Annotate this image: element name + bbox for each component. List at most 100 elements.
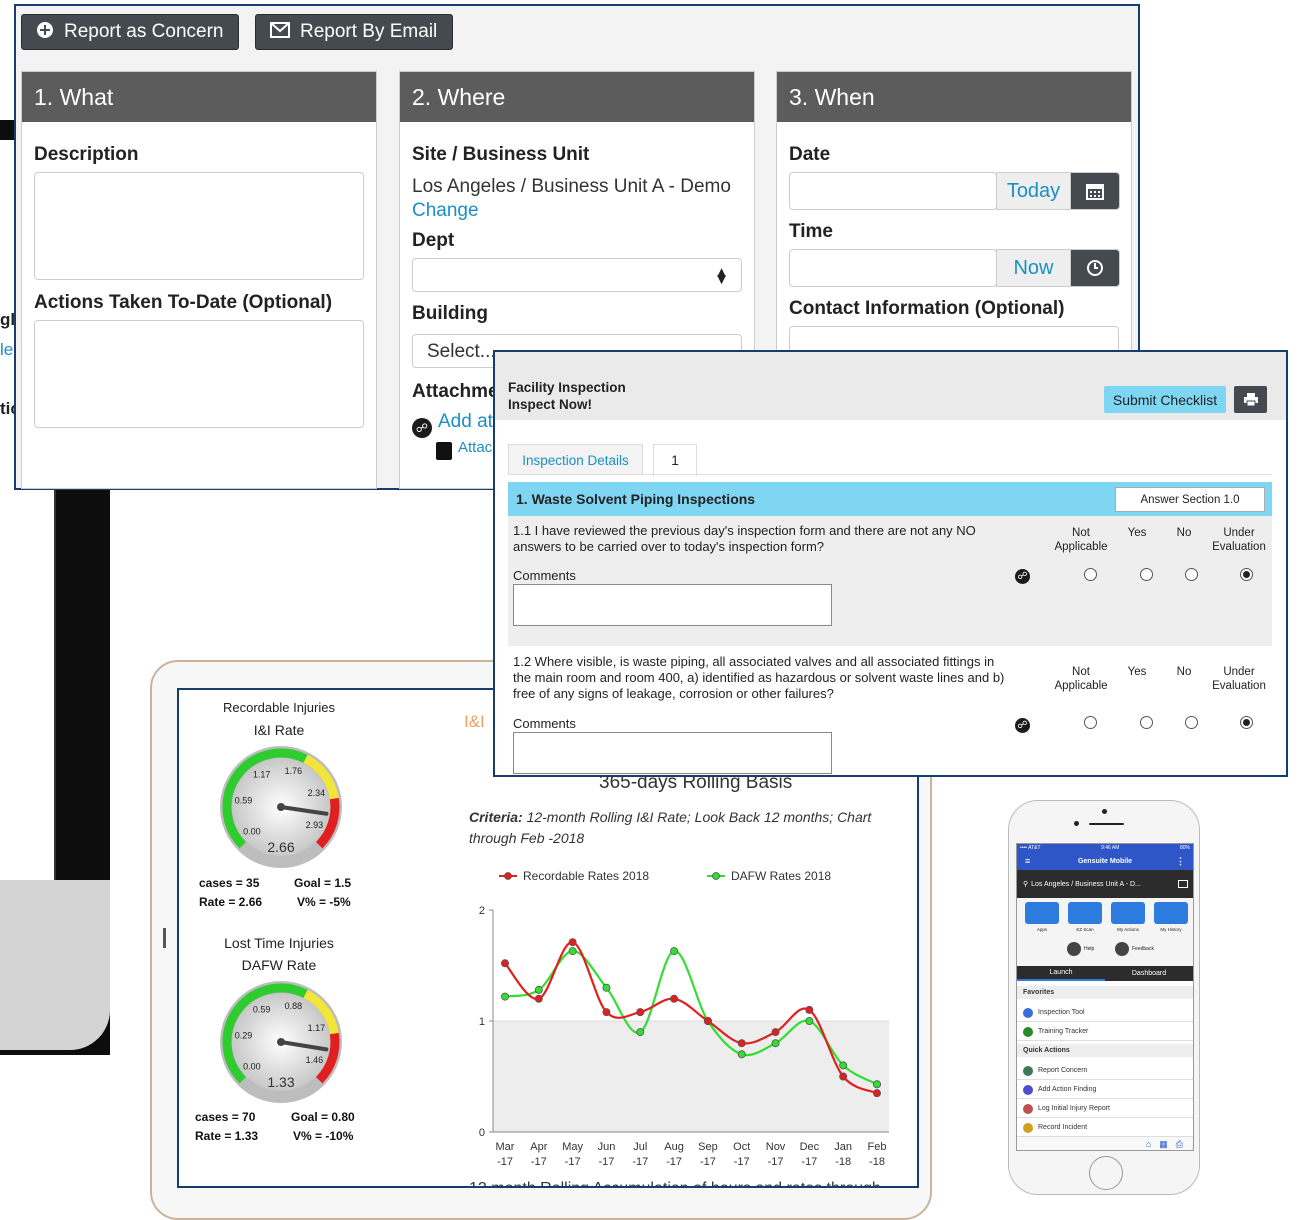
feedback-icon[interactable] — [1115, 942, 1129, 956]
q1-col-no: No — [1176, 527, 1192, 539]
q2-radio-yes[interactable] — [1140, 716, 1153, 729]
data-point — [636, 1028, 645, 1037]
data-point — [501, 992, 510, 1001]
gauge2-cases: cases = 70 — [195, 1110, 256, 1124]
kebab-menu-icon[interactable]: ⋮ — [1176, 856, 1185, 867]
tablet-side-button — [163, 928, 166, 948]
description-textarea[interactable] — [34, 172, 364, 280]
gauge1-needle-hub — [277, 803, 285, 811]
gauge1-variance: V% = -5% — [297, 895, 351, 909]
help-label: Help — [1084, 946, 1095, 952]
x-tick-label-month: Aug — [664, 1141, 684, 1153]
x-tick-label-month: Jan — [834, 1141, 852, 1153]
quick-action-log-injury[interactable]: Log Initial Injury Report — [1017, 1100, 1193, 1118]
gauge1-tick-label: 1.17 — [253, 769, 271, 779]
chart-tab-fragment[interactable]: I&I — [464, 712, 485, 732]
clock-icon[interactable] — [1070, 249, 1120, 287]
phone-speaker — [1089, 823, 1124, 825]
quick-action-add-action-finding[interactable]: Add Action Finding — [1017, 1081, 1193, 1099]
select-caret-down-icon: ▼ — [714, 271, 729, 288]
print-icon[interactable] — [1234, 386, 1267, 413]
facility-inspection-window: Facility Inspection Inspect Now! Submit … — [493, 350, 1288, 777]
q2-radio-under-evaluation[interactable] — [1240, 716, 1253, 729]
location-switch-icon[interactable] — [1178, 880, 1188, 888]
feedback-label: Feedback — [1132, 946, 1154, 952]
tab-dashboard[interactable]: Dashboard — [1105, 966, 1193, 981]
report-by-email-button[interactable]: Report By Email — [255, 14, 453, 50]
chart-footer-fragment: 12 month Rolling Accumulation of hours a… — [469, 1180, 881, 1186]
tab-divider — [508, 474, 1272, 475]
time-input[interactable] — [789, 249, 997, 287]
change-site-link[interactable]: Change — [412, 200, 479, 222]
calendar-icon[interactable] — [1070, 172, 1120, 210]
gauge1-tick-label: 1.76 — [285, 766, 303, 776]
my-actions-label: My Actions — [1117, 927, 1139, 932]
my-history-label: My History — [1160, 927, 1182, 932]
data-point — [703, 1016, 712, 1025]
x-tick-label-month: Nov — [766, 1141, 786, 1153]
favorite-training-tracker[interactable]: Training Tracker — [1017, 1023, 1193, 1041]
time-label: Time — [789, 221, 834, 242]
question-1-comments-input[interactable] — [513, 584, 832, 626]
quick-action-add-action-finding-label: Add Action Finding — [1038, 1086, 1097, 1093]
ez-scan-tile[interactable] — [1068, 902, 1102, 924]
tab-launch[interactable]: Launch — [1017, 966, 1105, 981]
submit-checklist-button[interactable]: Submit Checklist — [1104, 386, 1226, 413]
report-as-concern-button[interactable]: Report as Concern — [21, 14, 239, 50]
data-point — [805, 1005, 814, 1014]
answer-section-button[interactable]: Answer Section 1.0 — [1115, 487, 1265, 512]
q1-col-under-evaluation: Under Evaluation — [1212, 527, 1266, 553]
help-icon[interactable] — [1067, 942, 1081, 956]
print-small-icon[interactable]: ⎙ — [1176, 1139, 1183, 1150]
gauge1-value-label: 2.66 — [267, 839, 294, 855]
tab-section-1[interactable]: 1 — [653, 444, 697, 476]
dept-select[interactable]: ▲ ▼ — [412, 258, 742, 292]
apps-tile[interactable] — [1025, 902, 1059, 924]
phone-bottom-toolbar: ⌂ ▦ ⎙ — [1017, 1136, 1193, 1150]
add-attachment-link[interactable]: Add at — [438, 411, 493, 433]
gauge2-rate: Rate = 1.33 — [195, 1129, 259, 1143]
attach-file-link[interactable]: Attac — [458, 439, 492, 456]
phone-home-button[interactable] — [1089, 1156, 1123, 1190]
tab-inspection-details[interactable]: Inspection Details — [508, 444, 643, 475]
gauge2-tick-label: 1.46 — [306, 1055, 324, 1065]
actions-taken-textarea[interactable] — [34, 320, 364, 428]
home-icon[interactable]: ⌂ — [1146, 1139, 1151, 1149]
now-button[interactable]: Now — [996, 249, 1071, 287]
q2-radio-not-applicable[interactable] — [1084, 716, 1097, 729]
inspection-tool-icon — [1023, 1007, 1033, 1018]
data-point — [534, 985, 543, 994]
y-tick-label: 1 — [479, 1016, 485, 1028]
inspection-subtitle: Inspect Now! — [508, 397, 593, 412]
today-button[interactable]: Today — [996, 172, 1071, 210]
q1-radio-no[interactable] — [1185, 568, 1198, 581]
plus-circle-icon — [36, 21, 54, 44]
q1-radio-under-evaluation[interactable] — [1240, 568, 1253, 581]
mobile-screen: •••• AT&T 9:46 AM 80% ≡ Gensuite Mobile … — [1016, 843, 1194, 1151]
gauge1-tick-label: 2.93 — [306, 820, 324, 830]
x-tick-label-month: May — [562, 1141, 583, 1153]
envelope-icon — [270, 21, 290, 43]
q1-col-yes: Yes — [1127, 527, 1147, 539]
q1-attachment-icon[interactable]: ☍ — [1015, 569, 1030, 584]
q2-radio-no[interactable] — [1185, 716, 1198, 729]
my-actions-tile[interactable] — [1111, 902, 1145, 924]
q1-radio-not-applicable[interactable] — [1084, 568, 1097, 581]
quick-action-record-incident[interactable]: Record Incident — [1017, 1119, 1193, 1136]
paperclip-icon: ☍ — [412, 418, 432, 438]
q2-attachment-icon[interactable]: ☍ — [1015, 718, 1030, 733]
gauge2-tick-label: 0.29 — [235, 1031, 253, 1041]
q1-radio-yes[interactable] — [1140, 568, 1153, 581]
qr-code-icon[interactable]: ▦ — [1159, 1139, 1168, 1150]
favorite-inspection-tool[interactable]: Inspection Tool — [1017, 1004, 1193, 1022]
report-concern-icon — [1023, 1065, 1033, 1076]
status-carrier: •••• AT&T — [1020, 845, 1041, 851]
hamburger-menu-icon[interactable]: ≡ — [1025, 856, 1030, 866]
desktop-fragment-2[interactable]: le — [0, 340, 13, 360]
my-history-tile[interactable] — [1154, 902, 1188, 924]
question-2-comments-input[interactable] — [513, 732, 832, 774]
phone-sensor — [1074, 821, 1079, 826]
quick-action-report-concern[interactable]: Report Concern — [1017, 1062, 1193, 1080]
date-input[interactable] — [789, 172, 997, 210]
phone-location-bar[interactable]: ⚲ Los Angeles / Business Unit A - D... — [1017, 870, 1193, 898]
